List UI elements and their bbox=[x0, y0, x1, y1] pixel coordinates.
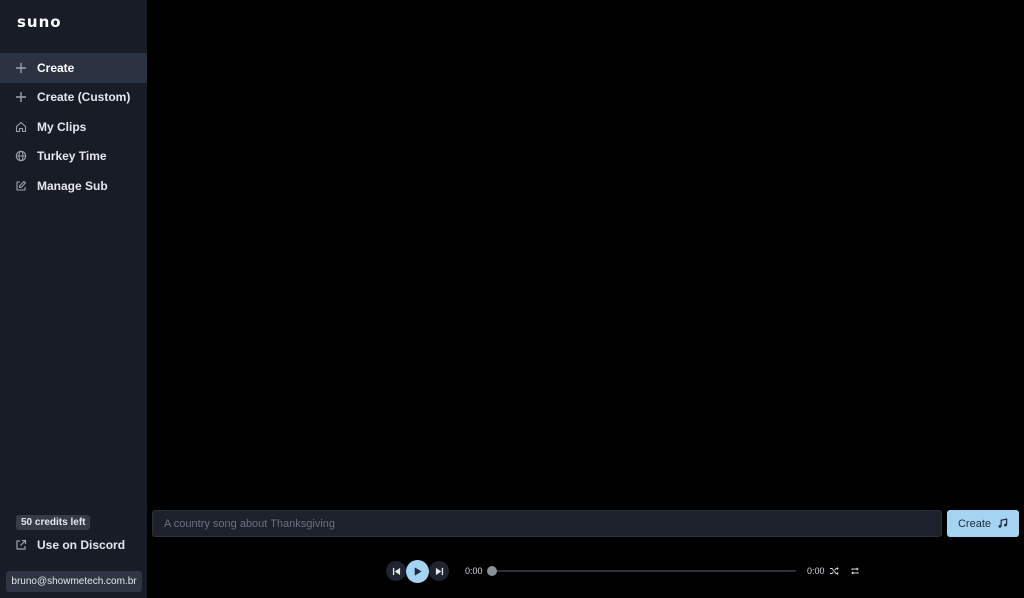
sidebar-item-label: Manage Sub bbox=[37, 178, 108, 193]
song-prompt-input[interactable] bbox=[152, 510, 942, 537]
sidebar-item-label: My Clips bbox=[37, 119, 87, 134]
create-button[interactable]: Create bbox=[947, 510, 1019, 537]
sidebar-item-label: Create (Custom) bbox=[37, 90, 131, 105]
sidebar-item-create[interactable]: Create bbox=[0, 53, 147, 83]
skip-back-icon bbox=[392, 567, 401, 576]
sidebar-item-label: Create bbox=[37, 60, 75, 75]
sidebar-item-my-clips[interactable]: My Clips bbox=[0, 112, 147, 142]
use-on-discord-link[interactable]: Use on Discord bbox=[15, 538, 125, 552]
user-email[interactable]: bruno@showmetech.com.br bbox=[6, 571, 142, 592]
repeat-button[interactable] bbox=[850, 566, 860, 576]
sidebar-item-label: Turkey Time bbox=[37, 149, 107, 164]
plus-icon bbox=[15, 62, 27, 74]
credits-badge: 50 credits left bbox=[16, 515, 91, 530]
previous-button[interactable] bbox=[386, 561, 406, 581]
progress-track[interactable] bbox=[490, 570, 796, 572]
app-root: suno Create Create (Custom) My Clips Tur… bbox=[0, 0, 1024, 598]
play-button[interactable] bbox=[406, 560, 429, 583]
repeat-icon bbox=[850, 566, 860, 576]
shuffle-icon bbox=[829, 566, 839, 576]
progress-knob[interactable] bbox=[487, 566, 497, 576]
create-button-label: Create bbox=[957, 517, 992, 530]
skip-forward-icon bbox=[435, 567, 444, 576]
music-note-icon bbox=[997, 518, 1008, 529]
sidebar-item-manage-sub[interactable]: Manage Sub bbox=[0, 171, 147, 201]
suno-logo[interactable]: suno bbox=[17, 13, 62, 31]
plus-icon bbox=[15, 91, 27, 103]
sidebar-item-turkey-time[interactable]: Turkey Time bbox=[0, 142, 147, 172]
sidebar-item-create-custom[interactable]: Create (Custom) bbox=[0, 83, 147, 113]
external-link-icon bbox=[15, 539, 27, 551]
globe-icon bbox=[15, 150, 27, 162]
duration-time: 0:00 bbox=[807, 566, 825, 576]
sidebar-nav: Create Create (Custom) My Clips Turkey T… bbox=[0, 53, 147, 201]
discord-label: Use on Discord bbox=[37, 538, 126, 552]
shuffle-button[interactable] bbox=[829, 566, 839, 576]
play-icon bbox=[412, 566, 423, 577]
current-time: 0:00 bbox=[465, 566, 483, 576]
next-button[interactable] bbox=[429, 561, 449, 581]
home-icon bbox=[15, 121, 27, 133]
edit-icon bbox=[15, 180, 27, 192]
sidebar: suno Create Create (Custom) My Clips Tur… bbox=[0, 0, 147, 598]
